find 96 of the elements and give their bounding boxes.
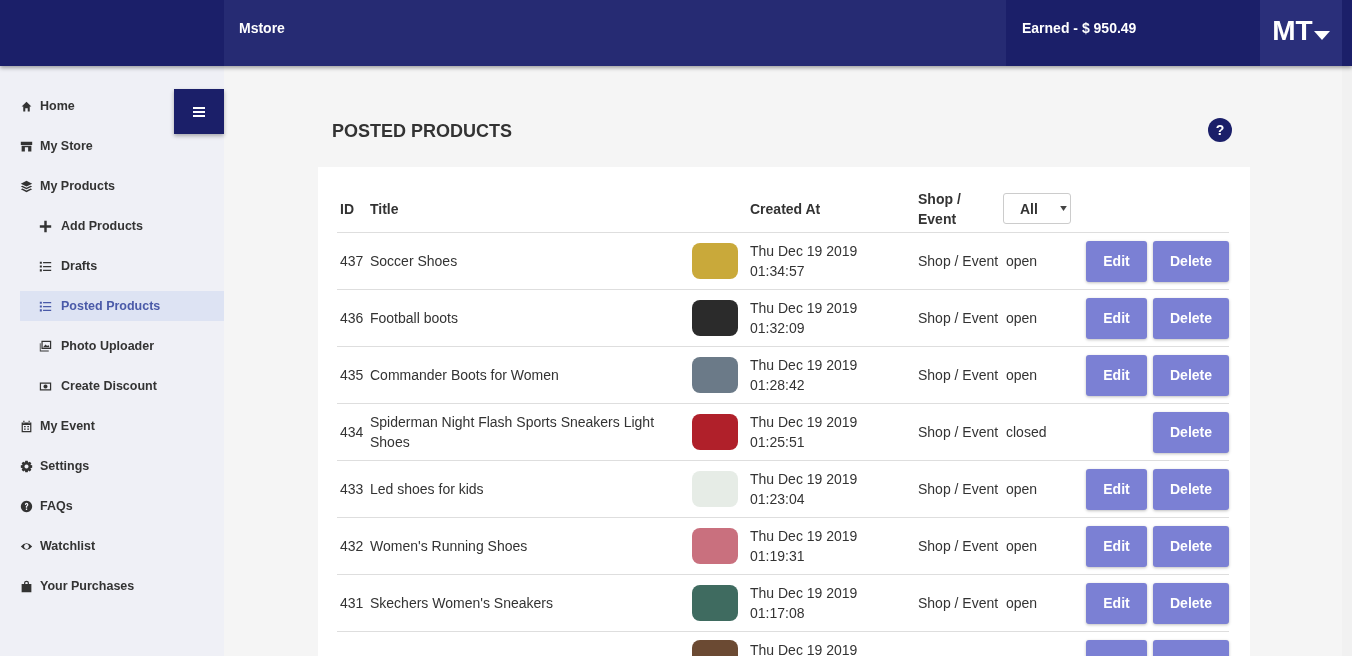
table-cell-text: Thu Dec 19 2019 xyxy=(749,641,859,656)
action-button[interactable]: Delete xyxy=(1153,354,1229,396)
bag-icon xyxy=(20,579,33,593)
table-cell-text: Shop / Event xyxy=(917,423,1000,442)
help-button[interactable]: ? xyxy=(1208,117,1232,142)
table-cell-text: Spiderman Night Flash Sports Sneakers Light Shoes xyxy=(369,413,656,452)
table-cell-text: Thu Dec 19 2019 01:23:04 xyxy=(749,470,859,509)
table-cell-text: 435 xyxy=(339,366,365,385)
photo-placeholder xyxy=(692,243,738,279)
table-cell-text: Thu Dec 19 2019 01:34:57 xyxy=(749,242,859,281)
action-button[interactable]: Edit xyxy=(1086,354,1147,396)
action-button[interactable]: Edit xyxy=(1086,582,1147,624)
home-icon xyxy=(20,99,33,113)
table-cell-text: Thu Dec 19 2019 01:17:08 xyxy=(749,584,859,623)
sidebar-item[interactable]: My Products xyxy=(20,171,224,201)
action-button[interactable]: Delete xyxy=(1153,240,1229,282)
table-cell-text: Thu Dec 19 2019 01:25:51 xyxy=(749,413,859,452)
earnings-text: Earned - $ 950.49 xyxy=(1022,20,1137,36)
table-cell-text: open xyxy=(1005,309,1039,328)
table-cell-text: Shop / Event xyxy=(917,537,1000,556)
photo-placeholder xyxy=(692,414,738,450)
action-button[interactable]: Edit xyxy=(1086,240,1147,282)
table-cell-text: 433 xyxy=(339,480,365,499)
filter-dropdown[interactable]: All xyxy=(1003,193,1071,224)
calendar-icon xyxy=(20,419,33,433)
column-header: Created At xyxy=(749,200,822,217)
table-cell-text: Commander Boots for Women xyxy=(369,366,560,385)
layers-icon xyxy=(20,179,33,193)
table-cell-text: Football boots xyxy=(369,309,459,328)
table-cell-text: Shop / Event xyxy=(917,480,1000,499)
menu-button[interactable] xyxy=(174,89,224,134)
action-button[interactable]: Edit xyxy=(1086,297,1147,339)
page-title: POSTED PRODUCTS xyxy=(332,121,513,142)
action-button[interactable]: Delete xyxy=(1153,411,1229,453)
table-cell-text: closed xyxy=(1005,423,1048,442)
sidebar-subitem[interactable]: Drafts xyxy=(20,251,224,281)
dropdown-arrow-icon xyxy=(1059,206,1067,211)
sidebar-subitem[interactable]: Posted Products xyxy=(20,291,224,321)
table-cell-text: 436 xyxy=(339,309,365,328)
store-icon xyxy=(20,139,33,153)
photo-placeholder xyxy=(692,357,738,393)
action-button[interactable]: Edit xyxy=(1086,468,1147,510)
action-button[interactable]: Delete xyxy=(1153,468,1229,510)
column-header: ID xyxy=(339,200,355,217)
sidebar-subitem[interactable]: Photo Uploader xyxy=(20,331,224,361)
table-cell-text: Thu Dec 19 2019 01:32:09 xyxy=(749,299,859,338)
table-cell-text: Soccer Shoes xyxy=(369,252,459,271)
photo-placeholder xyxy=(692,585,738,621)
table-cell-text: Thu Dec 19 2019 01:28:42 xyxy=(749,356,859,395)
sidebar-item[interactable]: Settings xyxy=(20,451,224,481)
table-cell-text: open xyxy=(1005,480,1039,499)
gear-icon xyxy=(20,459,33,473)
question-icon xyxy=(20,499,33,513)
menu-icon xyxy=(193,106,205,117)
user-menu-button[interactable]: MT xyxy=(1260,0,1342,66)
action-button[interactable]: Delete xyxy=(1153,297,1229,339)
table-cell-text: open xyxy=(1005,594,1039,613)
table-cell-text: Led shoes for kids xyxy=(369,480,485,499)
table-cell-text: Women's Running Shoes xyxy=(369,537,529,556)
list-icon xyxy=(39,259,52,273)
action-button[interactable]: Delete xyxy=(1153,582,1229,624)
sidebar-item[interactable]: FAQs xyxy=(20,491,224,521)
sidebar-subitem[interactable]: Add Products xyxy=(20,211,224,241)
sidebar-item[interactable]: Your Purchases xyxy=(20,571,224,601)
table-cell-text: open xyxy=(1005,537,1039,556)
table-cell-text: Thu Dec 19 2019 01:19:31 xyxy=(749,527,859,566)
photo-placeholder xyxy=(692,471,738,507)
column-header: Title xyxy=(369,200,400,217)
brand-title: Mstore xyxy=(239,20,285,36)
money-icon xyxy=(39,379,52,393)
table-cell-text: 431 xyxy=(339,594,365,613)
sidebar-subitem[interactable]: Create Discount xyxy=(20,371,224,401)
table-cell-text: 437 xyxy=(339,252,365,271)
sidebar-item[interactable]: My Event xyxy=(20,411,224,441)
action-button[interactable]: Edit xyxy=(1086,525,1147,567)
table-cell-text: open xyxy=(1005,252,1039,271)
table-cell-text: Shop / Event xyxy=(917,366,1000,385)
column-header: Shop / Event xyxy=(917,189,962,229)
sidebar-item[interactable]: Home xyxy=(20,91,224,121)
scrollbar[interactable] xyxy=(1342,66,1352,656)
table-cell-text: Shop / Event xyxy=(917,594,1000,613)
photo-placeholder xyxy=(692,528,738,564)
table-cell-text: Skechers Women's Sneakers xyxy=(369,594,554,613)
caret-icon xyxy=(1313,30,1330,40)
table-cell-text: open xyxy=(1005,366,1039,385)
table-cell-text: Shop / Event xyxy=(917,309,1000,328)
table-cell-text: 432 xyxy=(339,537,365,556)
sidebar-item[interactable]: My Store xyxy=(20,131,224,161)
action-button[interactable]: Delete xyxy=(1153,525,1229,567)
photos-icon xyxy=(39,339,52,353)
sidebar-item[interactable]: Watchlist xyxy=(20,531,224,561)
plus-icon xyxy=(39,219,52,233)
table-cell-text: Shop / Event xyxy=(917,252,1000,271)
table-cell-text: 434 xyxy=(339,423,365,442)
photo-placeholder xyxy=(692,300,738,336)
list-icon xyxy=(39,299,52,313)
